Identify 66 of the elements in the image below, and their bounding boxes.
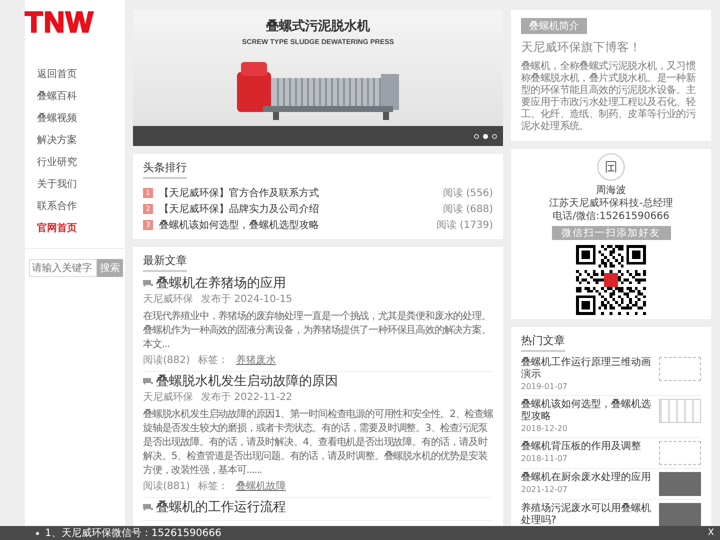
contact-title: 江苏天尼威环保科技-总经理: [549, 198, 673, 210]
diagram-thumbnail: [659, 357, 701, 381]
nav-link[interactable]: 联系合作: [37, 196, 77, 218]
read-count: 阅读(881): [143, 481, 190, 493]
contact-phone: 电话/微信:15261590666: [552, 211, 670, 223]
section-heading: 热门文章: [521, 333, 565, 352]
article-excerpt: 在现代养殖业中，养猪场的废弃物处理一直是一个挑战，尤其是粪便和废水的处理。叠螺机作为一种高效的固液分离设备，为养猪场提供了一种环保且高效的解决方案。本文...: [143, 310, 492, 352]
notice-text: 1、天尼威环保微信号：15261590666: [45, 526, 222, 540]
slide-dot[interactable]: [474, 134, 479, 138]
qr-caption: 微信扫一扫添加好友: [552, 226, 670, 240]
nav-link[interactable]: 行业研究: [37, 152, 77, 174]
nav-link[interactable]: 叠螺百科: [37, 86, 77, 108]
article-link[interactable]: 【天尼威环保】品牌实力及公司介绍: [159, 202, 443, 216]
article-link[interactable]: 叠螺机在厨余废水处理的应用: [521, 472, 655, 484]
tag-label: 标签：: [198, 481, 228, 493]
search-field[interactable]: 请输入关键字: [29, 259, 97, 277]
article-link[interactable]: 【天尼威环保】官方合作及联系方式: [159, 186, 443, 200]
article-title[interactable]: 叠螺脱水机发生启动故障的原因: [156, 374, 338, 390]
nav-link[interactable]: 返回首页: [37, 64, 77, 86]
publish-date: 2021-12-07: [521, 485, 568, 495]
section-badge: 叠螺机简介: [521, 18, 587, 34]
publish-date: 2018-11-07: [521, 454, 568, 464]
intro-headline: 天尼威环保旗下博客！: [521, 39, 641, 56]
author: 天尼威环保: [143, 294, 193, 306]
nav-link[interactable]: 叠螺视频: [37, 108, 77, 130]
article-title[interactable]: 叠螺机在养猪场的应用: [156, 276, 286, 292]
section-heading: 头条排行: [143, 160, 187, 179]
section-heading: 最新文章: [143, 253, 187, 272]
article-excerpt: 叠螺脱水机发生启动故障的原因1、第一时间检查电源的可用性和安全性。2、检查螺旋轴是否发生较大的磨损，或者卡壳状态。有的话，需要及时调整。3、检查污泥泵是否出现故障。有的话，请及时解决。4、查看电机是否出现故障。有的话，请及时解决。5、检查管道是否出现问题。有的话，请及时调整。叠螺脱水机的优势是安装方便，改装性强，基本可......: [143, 408, 493, 478]
comment-icon: [143, 280, 153, 288]
read-count: 阅读 (1739): [436, 218, 493, 232]
contact-name: 周海波: [596, 184, 626, 197]
tag-label: 标签：: [198, 355, 228, 367]
bullet-icon: [36, 532, 39, 534]
banner-title: 叠螺式污泥脱水机: [266, 18, 370, 35]
read-count: 阅读 (556): [442, 186, 493, 200]
read-count: 阅读 (688): [442, 202, 493, 216]
tag-link[interactable]: 养猪废水: [236, 355, 276, 367]
slide-dot[interactable]: [492, 134, 497, 138]
article-link[interactable]: 叠螺机该如何选型，叠螺机选型攻略: [159, 218, 437, 232]
intro-text: 叠螺机，全称叠螺式污泥脱水机，又习惯称叠螺脱水机，叠片式脱水机。是一种新型的环保节能且高效的污泥脱水设备。主要应用于市政污水处理工程以及石化、轻工、化纤、造纸、制药、皮革等行业的污泥水处理系统。: [521, 61, 697, 133]
nav-link[interactable]: 解决方案: [37, 130, 77, 152]
table-thumbnail: [659, 399, 701, 423]
photo-placeholder: [659, 503, 701, 526]
avatar-icon: [597, 153, 625, 181]
publish-date: 2018-12-20: [521, 424, 568, 434]
qr-code-drawing: [576, 245, 646, 315]
publish-date: 发布于 2024-10-15: [201, 294, 292, 306]
author: 天尼威环保: [143, 392, 193, 404]
publish-date: 2019-01-07: [521, 382, 568, 392]
comment-icon: [143, 378, 153, 386]
site-logo[interactable]: TNW: [25, 8, 94, 38]
nav-link[interactable]: 官网首页: [37, 218, 77, 240]
article-link[interactable]: 叠螺机工作运行原理三维动画演示: [521, 357, 655, 381]
publish-date: 发布于 2022-11-22: [201, 392, 292, 404]
photo-placeholder: [659, 472, 701, 496]
close-button[interactable]: X: [708, 528, 714, 538]
read-count: 阅读(882): [143, 355, 190, 367]
article-link[interactable]: 叠螺机背压板的作用及调整: [521, 441, 655, 453]
article-link[interactable]: 叠螺机该如何选型，叠螺机选型攻略: [521, 399, 655, 423]
tag-link[interactable]: 叠螺机故障: [236, 481, 286, 493]
article-link[interactable]: 养殖场污泥废水可以用叠螺机处理吗?: [521, 503, 655, 526]
diagram-thumbnail: [659, 441, 701, 465]
comment-icon: [143, 504, 153, 512]
article-title[interactable]: 叠螺机的工作运行流程: [156, 500, 286, 516]
nav-link[interactable]: 关于我们: [37, 174, 77, 196]
